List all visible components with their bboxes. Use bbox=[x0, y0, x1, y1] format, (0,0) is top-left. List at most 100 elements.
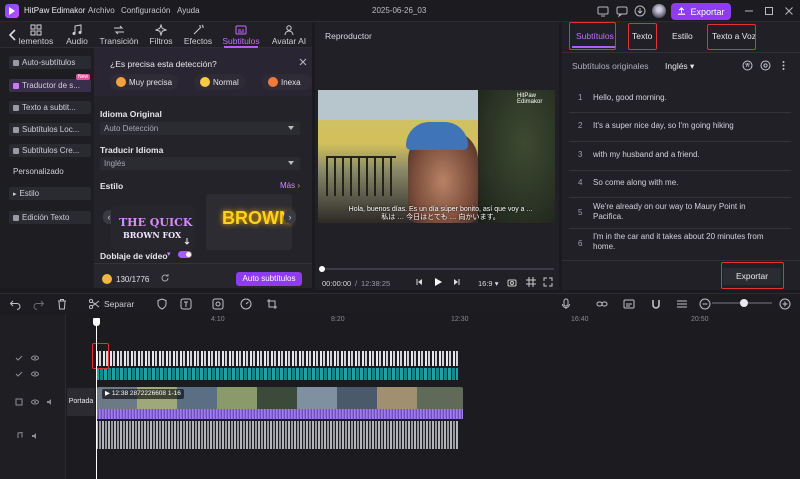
close-icon[interactable] bbox=[782, 4, 796, 18]
subtitle-track-translated[interactable] bbox=[96, 368, 458, 380]
precision-option-muy-precisa[interactable]: Muy precisa bbox=[110, 74, 179, 90]
zoom-in-icon[interactable] bbox=[779, 298, 791, 310]
subtitle-row[interactable]: 4 So come along with me. bbox=[569, 171, 791, 198]
speaker-icon[interactable] bbox=[31, 432, 39, 440]
mas-link[interactable]: Más › bbox=[280, 181, 300, 190]
tab-estilo[interactable]: Estilo bbox=[672, 31, 693, 41]
playback-progress[interactable] bbox=[320, 268, 554, 270]
text-icon bbox=[13, 104, 19, 111]
tab-filtros[interactable]: Filtros bbox=[144, 23, 178, 48]
text-icon[interactable] bbox=[180, 298, 192, 310]
subtitle-row[interactable]: 1 Hello, good morning. bbox=[569, 86, 791, 113]
sidebar-item-estilo[interactable]: ▸ Estilo bbox=[9, 187, 91, 200]
minimize-icon[interactable] bbox=[742, 4, 756, 18]
play-icon[interactable] bbox=[432, 276, 444, 288]
sidebar-item-subtitulos-locales[interactable]: Subtítulos Loc... bbox=[9, 123, 91, 136]
shield-icon[interactable] bbox=[156, 298, 168, 310]
fullscreen-icon[interactable] bbox=[543, 277, 553, 287]
eye-icon[interactable] bbox=[31, 398, 39, 406]
eye-icon[interactable] bbox=[31, 370, 39, 378]
style-preset-quick-brown-fox[interactable]: THE QUICK BROWN FOX bbox=[111, 206, 195, 250]
magnet-icon[interactable] bbox=[650, 298, 662, 310]
playhead-handle[interactable] bbox=[93, 318, 100, 326]
eye-icon[interactable] bbox=[31, 354, 39, 362]
delete-icon[interactable] bbox=[56, 298, 68, 310]
sidebar-item-texto-a-subtitulo[interactable]: Texto a subtit... bbox=[9, 101, 91, 114]
subtitle-text[interactable]: So come along with me. bbox=[593, 178, 768, 188]
download-icon[interactable] bbox=[633, 4, 647, 18]
previous-frame-icon[interactable] bbox=[415, 277, 425, 287]
subtitle-track-original[interactable] bbox=[96, 351, 458, 366]
camera-icon[interactable] bbox=[507, 277, 517, 287]
more-options-icon[interactable] bbox=[778, 60, 789, 71]
timeline-ruler[interactable] bbox=[66, 314, 800, 326]
sidebar-item-traductor[interactable]: Traductor de s... bbox=[9, 79, 91, 92]
sidebar-item-edicion-texto[interactable]: Edición Texto bbox=[9, 211, 91, 224]
zoom-out-icon[interactable] bbox=[699, 298, 711, 310]
translate-icon[interactable] bbox=[742, 60, 753, 71]
idioma-original-select[interactable]: Auto Detección bbox=[100, 122, 300, 135]
subtitle-row[interactable]: 5 We're already on our way to Maury Poin… bbox=[569, 198, 791, 229]
subtitle-row[interactable]: 2 It's a super nice day, so I'm going hi… bbox=[569, 113, 791, 142]
user-avatar[interactable] bbox=[652, 4, 666, 18]
sidebar-item-subtitulos-creativos[interactable]: Subtítulos Cre... bbox=[9, 144, 91, 157]
precision-option-inexacta[interactable]: Inexa bbox=[262, 74, 312, 90]
doblaje-toggle[interactable] bbox=[178, 251, 192, 258]
link-icon[interactable] bbox=[596, 298, 608, 310]
settings-icon[interactable] bbox=[760, 60, 771, 71]
menu-ayuda[interactable]: Ayuda bbox=[177, 6, 200, 15]
undo-icon[interactable] bbox=[9, 298, 21, 310]
playback-knob[interactable] bbox=[319, 266, 325, 272]
tab-efectos[interactable]: Efectos bbox=[181, 23, 215, 48]
menu-configuracion[interactable]: Configuración bbox=[121, 6, 170, 15]
speaker-icon[interactable] bbox=[46, 398, 54, 406]
subtitle-track-icon[interactable] bbox=[623, 298, 635, 310]
style-preset-brown[interactable]: BROWN bbox=[206, 194, 292, 250]
download-icon[interactable] bbox=[183, 238, 191, 246]
subtitle-text[interactable]: We're already on our way to Maury Point … bbox=[593, 202, 768, 222]
cover-button[interactable]: Portada bbox=[67, 388, 95, 416]
precision-option-normal[interactable]: Normal bbox=[194, 74, 245, 90]
tab-transicion[interactable]: Transición bbox=[97, 23, 141, 48]
subtitle-text[interactable]: Hello, good morning. bbox=[593, 93, 768, 103]
crop-icon[interactable] bbox=[266, 298, 278, 310]
subtitle-row[interactable]: 3 with my husband and a friend. bbox=[569, 142, 791, 171]
subtitle-text[interactable]: It's a super nice day, so I'm going hiki… bbox=[593, 121, 768, 131]
close-icon[interactable] bbox=[299, 58, 307, 68]
style-next-button[interactable]: › bbox=[284, 210, 296, 224]
redo-icon[interactable] bbox=[33, 298, 45, 310]
split-label[interactable]: Separar bbox=[104, 299, 134, 309]
subtitle-overlay[interactable]: Hola, buenos días. Es un día súper bonit… bbox=[348, 206, 533, 222]
chevron-down-icon[interactable]: ▾ bbox=[167, 250, 171, 258]
language-select[interactable]: Inglés ▾ bbox=[665, 61, 694, 72]
auto-subtitulos-button[interactable]: Auto subtítulos bbox=[236, 272, 302, 286]
tab-subtitulos[interactable]: Subtitulos bbox=[218, 23, 264, 48]
monitor-icon[interactable] bbox=[596, 4, 610, 18]
video-preview[interactable]: Hola, buenos días. Es un día súper bonit… bbox=[318, 90, 555, 223]
fit-timeline-icon[interactable] bbox=[676, 298, 688, 310]
message-icon[interactable] bbox=[615, 4, 629, 18]
split-icon[interactable] bbox=[88, 298, 100, 310]
subtitle-row[interactable]: 6 I'm in the car and it takes about 20 m… bbox=[569, 229, 791, 258]
subtitle-text[interactable]: I'm in the car and it takes about 20 min… bbox=[593, 232, 768, 252]
tab-elementos[interactable]: lementos bbox=[16, 23, 56, 48]
tab-avatar-ai[interactable]: Avatar AI bbox=[268, 23, 310, 48]
sidebar-item-personalizado[interactable]: Personalizado bbox=[9, 165, 91, 178]
freeze-frame-icon[interactable] bbox=[212, 298, 224, 310]
aspect-ratio-select[interactable]: 16:9 ▾ bbox=[478, 279, 498, 288]
maximize-icon[interactable] bbox=[762, 4, 776, 18]
grid-icon[interactable] bbox=[526, 277, 536, 287]
traducir-idioma-select[interactable]: Inglés bbox=[100, 157, 300, 170]
zoom-slider-knob[interactable] bbox=[740, 299, 748, 307]
speed-icon[interactable] bbox=[240, 298, 252, 310]
export-top-button[interactable]: Exportar bbox=[671, 3, 731, 20]
tab-audio[interactable]: Audio bbox=[62, 23, 92, 48]
audio-track[interactable] bbox=[96, 421, 458, 449]
playhead[interactable] bbox=[96, 318, 97, 479]
menu-archivo[interactable]: Archivo bbox=[88, 6, 115, 15]
next-frame-icon[interactable] bbox=[451, 277, 461, 287]
microphone-icon[interactable] bbox=[560, 298, 572, 310]
sidebar-item-auto-subtitulos[interactable]: Auto-subtítulos bbox=[9, 56, 91, 69]
refresh-icon[interactable] bbox=[160, 273, 170, 283]
subtitle-text[interactable]: with my husband and a friend. bbox=[593, 150, 768, 160]
